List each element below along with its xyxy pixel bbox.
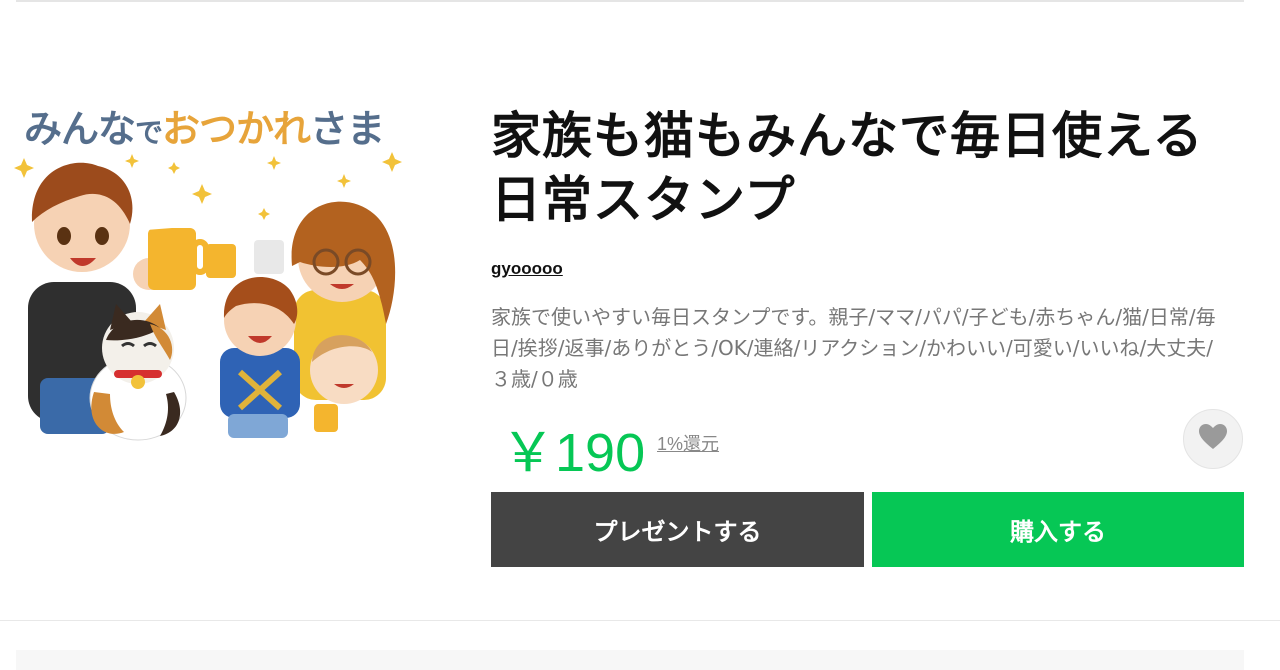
bottom-divider: [0, 620, 1280, 621]
cashback-link[interactable]: 1%還元: [657, 430, 719, 456]
buy-button[interactable]: 購入する: [872, 492, 1244, 567]
price: ￥190: [501, 423, 646, 483]
top-divider: [16, 0, 1244, 2]
sticker-description: 家族で使いやすい毎日スタンプです。親子/ママ/パパ/子ども/赤ちゃん/猫/日常/…: [491, 305, 1216, 391]
sticker-illustration: [14, 152, 402, 441]
sticker-product-page: みんなでおつかれさま 家族も猫もみんなで毎日使える日常スタンプ gyooooo …: [0, 0, 1280, 670]
favorite-button[interactable]: [1183, 409, 1243, 469]
gift-button[interactable]: プレゼントする: [491, 492, 864, 567]
sticker-main-image: みんなでおつかれさま: [14, 92, 414, 452]
heart-icon: [1198, 423, 1228, 455]
author-link[interactable]: gyooooo: [491, 259, 563, 279]
sticker-title: 家族も猫もみんなで毎日使える日常スタンプ: [491, 107, 1204, 229]
next-section-band: [16, 650, 1244, 670]
